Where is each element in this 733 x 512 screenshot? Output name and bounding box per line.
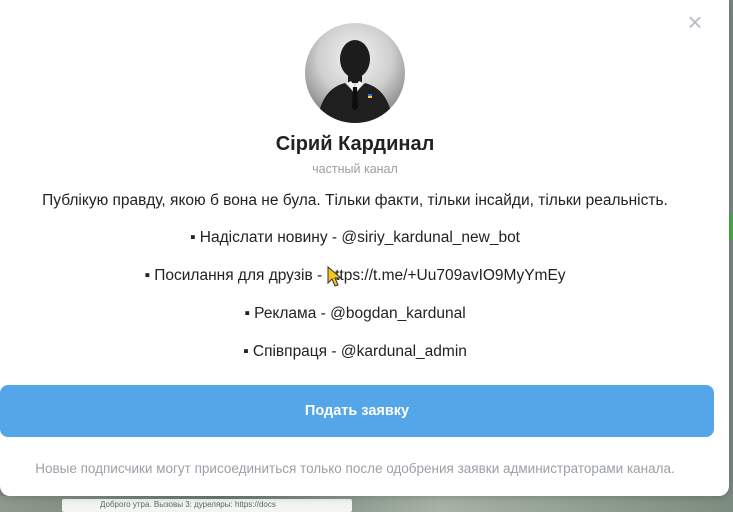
request-join-button[interactable]: Подать заявку bbox=[0, 385, 714, 437]
bullet-icon: ▪ bbox=[244, 305, 250, 322]
channel-description: Публікую правду, якою б вона не була. Ті… bbox=[42, 192, 668, 209]
channel-name: Сірий Кардинал bbox=[275, 133, 435, 155]
line-label: Посилання для друзів - bbox=[154, 267, 327, 284]
description-line-collab: ▪ Співпраця - @kardunal_admin bbox=[0, 343, 710, 361]
description-line-ads: ▪ Реклама - @bogdan_kardunal bbox=[0, 305, 710, 323]
channel-info-modal: × Сірий Кардинал частный канал Публікую … bbox=[0, 0, 729, 496]
channel-type: частный канал bbox=[312, 162, 398, 176]
line-label: Співпраця - bbox=[252, 343, 341, 360]
bullet-icon: ▪ bbox=[189, 229, 196, 246]
bullet-icon: ▪ bbox=[243, 343, 249, 360]
mouse-pointer-icon bbox=[327, 266, 343, 287]
description-line-news: ▪ Надіслати новину - @siriy_kardunal_new… bbox=[0, 229, 710, 247]
close-icon[interactable]: × bbox=[683, 9, 707, 35]
channel-avatar bbox=[305, 23, 405, 123]
admin-contact-link[interactable]: @kardunal_admin bbox=[341, 343, 467, 360]
line-label: Реклама - bbox=[254, 305, 331, 322]
description-line-friends: ▪ Посилання для друзів - https://t.me/+U… bbox=[0, 267, 710, 285]
line-label: Надіслати новину - bbox=[199, 229, 342, 246]
bot-link[interactable]: @siriy_kardunal_new_bot bbox=[341, 229, 520, 246]
avatar-image bbox=[317, 40, 393, 123]
invite-link[interactable]: https://t.me/+Uu709avIO9MyYmEy bbox=[327, 267, 566, 284]
bullet-icon: ▪ bbox=[144, 267, 150, 284]
background-preview-text: Доброго утра. Вызовы 3: дуреляры: https:… bbox=[100, 500, 276, 509]
join-approval-note: Новые подписчики могут присоединиться то… bbox=[35, 461, 675, 476]
ads-contact-link[interactable]: @bogdan_kardunal bbox=[330, 305, 466, 322]
